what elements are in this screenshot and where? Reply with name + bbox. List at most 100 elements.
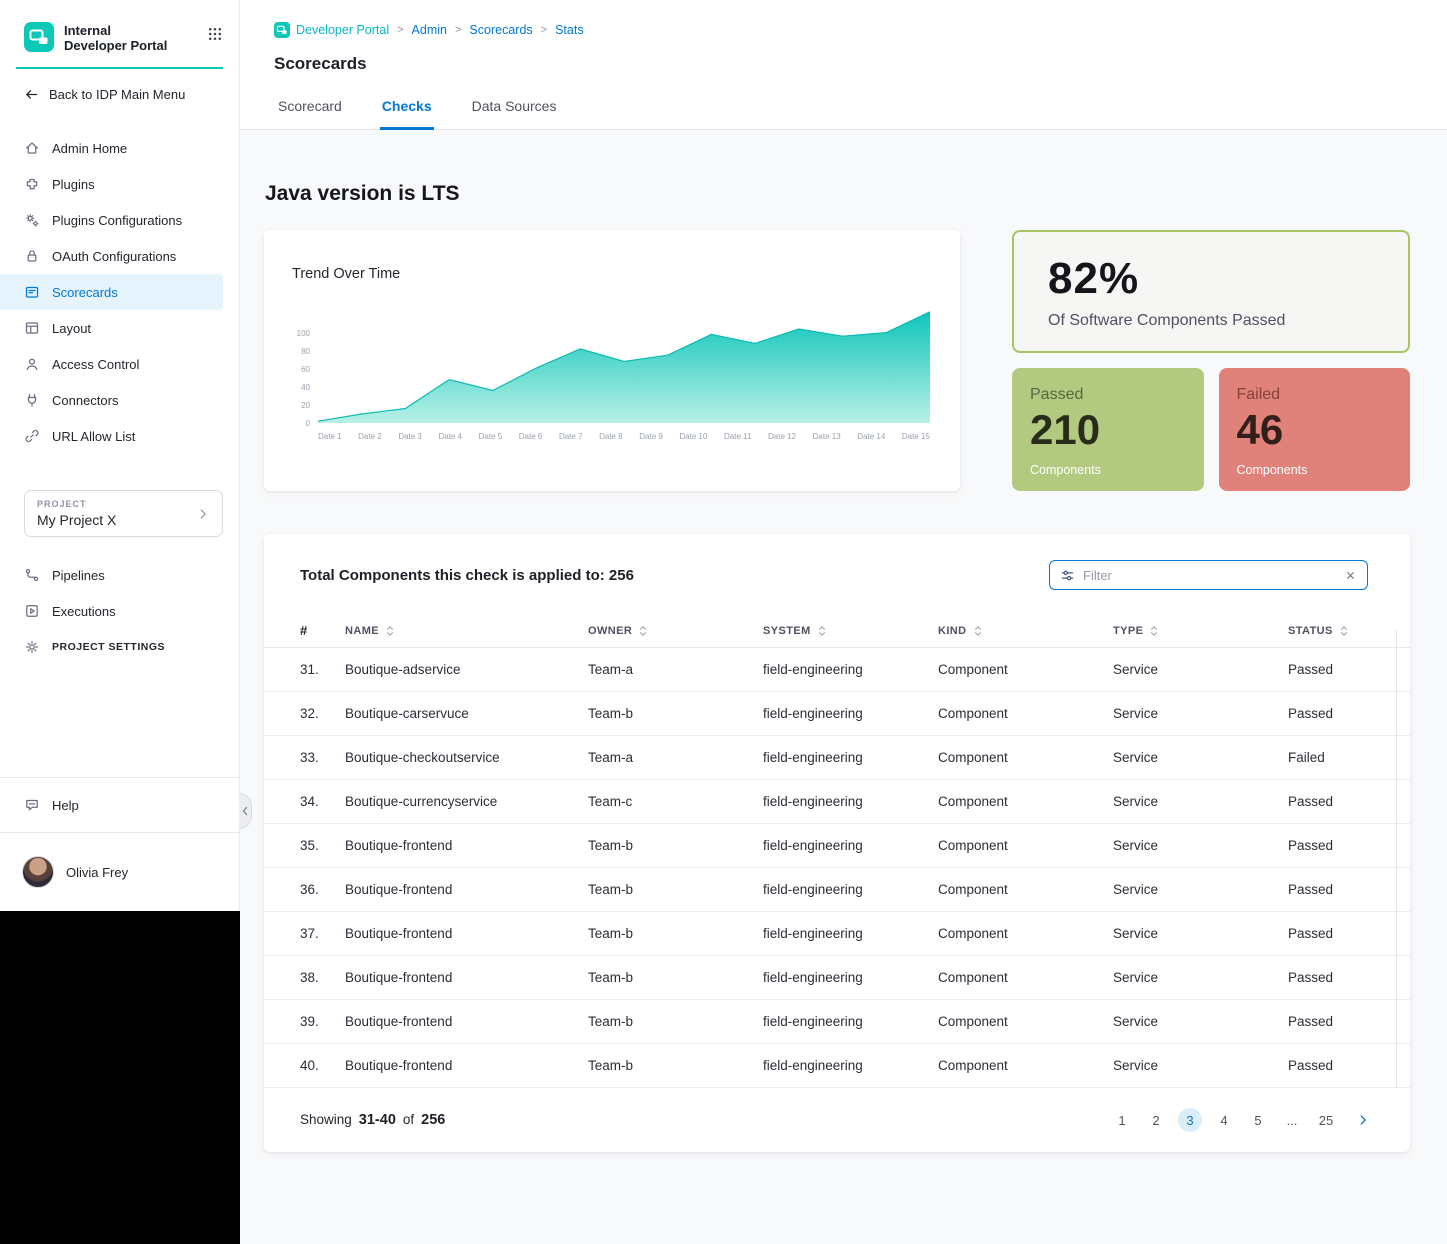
table-row[interactable]: 38. Boutique-frontend Team-b field-engin… bbox=[264, 956, 1410, 1000]
y-axis-tick-label: 100 bbox=[297, 329, 310, 338]
table-title: Total Components this check is applied t… bbox=[300, 567, 634, 584]
table-row[interactable]: 35. Boutique-frontend Team-b field-engin… bbox=[264, 824, 1410, 868]
column-header-name[interactable]: NAME bbox=[345, 625, 588, 637]
filter-input[interactable] bbox=[1083, 568, 1336, 583]
chart-y-axis: 020406080100 bbox=[292, 310, 318, 423]
back-to-main-menu-button[interactable]: Back to IDP Main Menu bbox=[0, 69, 239, 106]
tab-scorecard[interactable]: Scorecard bbox=[276, 98, 344, 130]
trend-over-time-card: Trend Over Time 020406080100 bbox=[264, 230, 960, 491]
project-selector[interactable]: PROJECT My Project X bbox=[24, 490, 223, 537]
sidebar-item-access-control[interactable]: Access Control bbox=[0, 346, 223, 382]
sidebar-item-project-settings[interactable]: PROJECT SETTINGS bbox=[0, 629, 223, 665]
check-title: Java version is LTS bbox=[265, 182, 1410, 206]
breadcrumb-separator: > bbox=[455, 24, 461, 36]
table-row[interactable]: 33. Boutique-checkoutservice Team-a fiel… bbox=[264, 736, 1410, 780]
page-button-2[interactable]: 2 bbox=[1144, 1108, 1168, 1132]
column-header-owner[interactable]: OWNER bbox=[588, 625, 763, 637]
scorecard-icon bbox=[24, 284, 40, 300]
x-axis-tick-label: Date 4 bbox=[438, 432, 462, 441]
sort-icon bbox=[817, 625, 827, 637]
table-footer: Showing 31-40 of 256 1 2 3 4 5 ... 25 bbox=[264, 1088, 1410, 1152]
sidebar-item-plugins[interactable]: Plugins bbox=[0, 166, 223, 202]
x-axis-tick-label: Date 3 bbox=[398, 432, 422, 441]
column-header-system[interactable]: SYSTEM bbox=[763, 625, 938, 637]
sidebar-item-admin-home[interactable]: Admin Home bbox=[0, 130, 223, 166]
main-area: Developer Portal > Admin > Scorecards > … bbox=[240, 0, 1447, 1244]
breadcrumb: Developer Portal > Admin > Scorecards > … bbox=[274, 22, 1447, 38]
sidebar-item-pipelines[interactable]: Pipelines bbox=[0, 557, 223, 593]
failed-count: 46 bbox=[1237, 406, 1411, 454]
breadcrumb-scorecards[interactable]: Scorecards bbox=[469, 23, 532, 37]
project-name: My Project X bbox=[37, 512, 116, 528]
breadcrumb-separator: > bbox=[541, 24, 547, 36]
column-header-kind[interactable]: KIND bbox=[938, 625, 1113, 637]
status-value: Passed bbox=[1288, 970, 1382, 985]
trend-card-title: Trend Over Time bbox=[292, 266, 930, 282]
plugin-icon bbox=[24, 176, 40, 192]
back-arrow-icon bbox=[24, 87, 39, 102]
column-header-type[interactable]: TYPE bbox=[1113, 625, 1288, 637]
table-row[interactable]: 40. Boutique-frontend Team-b field-engin… bbox=[264, 1044, 1410, 1088]
page-button-5[interactable]: 5 bbox=[1246, 1108, 1270, 1132]
x-axis-tick-label: Date 11 bbox=[724, 432, 751, 441]
column-header-index: # bbox=[300, 623, 345, 638]
sidebar-item-plugins-configurations[interactable]: Plugins Configurations bbox=[0, 202, 223, 238]
sort-icon bbox=[385, 625, 395, 637]
table-row[interactable]: 32. Boutique-carservuce Team-b field-eng… bbox=[264, 692, 1410, 736]
tab-checks[interactable]: Checks bbox=[380, 98, 434, 130]
pass-percentage-value: 82% bbox=[1048, 254, 1408, 304]
x-axis-tick-label: Date 1 bbox=[318, 432, 342, 441]
column-header-status[interactable]: STATUS bbox=[1288, 625, 1382, 637]
sidebar-header: Internal Developer Portal bbox=[0, 0, 239, 53]
x-axis-tick-label: Date 13 bbox=[813, 432, 841, 441]
sidebar-item-layout[interactable]: Layout bbox=[0, 310, 223, 346]
passed-caption: Components bbox=[1030, 463, 1204, 477]
help-button[interactable]: Help bbox=[0, 778, 239, 832]
passed-count: 210 bbox=[1030, 406, 1204, 454]
page-button-4[interactable]: 4 bbox=[1212, 1108, 1236, 1132]
breadcrumb-developer-portal[interactable]: Developer Portal bbox=[274, 22, 389, 38]
page-header: Developer Portal > Admin > Scorecards > … bbox=[240, 0, 1447, 130]
page-button-1[interactable]: 1 bbox=[1110, 1108, 1134, 1132]
components-table: # NAME OWNER SYSTEM KIND TYPE STATUS 31.… bbox=[264, 614, 1410, 1088]
page-ellipsis: ... bbox=[1280, 1108, 1304, 1132]
sidebar-item-url-allow-list[interactable]: URL Allow List bbox=[0, 418, 223, 454]
sidebar-item-scorecards[interactable]: Scorecards bbox=[0, 274, 223, 310]
tab-bar: Scorecard Checks Data Sources bbox=[240, 98, 1447, 130]
layout-icon bbox=[24, 320, 40, 336]
apps-grid-icon[interactable] bbox=[207, 26, 223, 42]
components-table-card: Total Components this check is applied t… bbox=[264, 534, 1410, 1152]
sidebar-item-oauth-configurations[interactable]: OAuth Configurations bbox=[0, 238, 223, 274]
tab-data-sources[interactable]: Data Sources bbox=[470, 98, 559, 130]
table-row[interactable]: 36. Boutique-frontend Team-b field-engin… bbox=[264, 868, 1410, 912]
page-title: Scorecards bbox=[274, 54, 1447, 74]
table-row[interactable]: 31. Boutique-adservice Team-a field-engi… bbox=[264, 648, 1410, 692]
sidebar-item-executions[interactable]: Executions bbox=[0, 593, 223, 629]
table-row[interactable]: 39. Boutique-frontend Team-b field-engin… bbox=[264, 1000, 1410, 1044]
app-title-line1: Internal bbox=[64, 23, 167, 38]
y-axis-tick-label: 40 bbox=[301, 383, 310, 392]
sidebar-item-connectors[interactable]: Connectors bbox=[0, 382, 223, 418]
breadcrumb-admin[interactable]: Admin bbox=[412, 23, 447, 37]
help-chat-icon bbox=[24, 797, 40, 813]
table-scroll-divider bbox=[1396, 630, 1397, 1088]
table-row[interactable]: 34. Boutique-currencyservice Team-c fiel… bbox=[264, 780, 1410, 824]
table-row[interactable]: 37. Boutique-frontend Team-b field-engin… bbox=[264, 912, 1410, 956]
x-axis-tick-label: Date 9 bbox=[639, 432, 663, 441]
filter-sliders-icon[interactable] bbox=[1060, 568, 1075, 583]
filter-input-wrapper bbox=[1049, 560, 1368, 590]
status-value: Passed bbox=[1288, 882, 1382, 897]
clear-filter-icon[interactable] bbox=[1344, 569, 1357, 582]
page-button-3[interactable]: 3 bbox=[1178, 1108, 1202, 1132]
app-title: Internal Developer Portal bbox=[64, 22, 167, 53]
y-axis-tick-label: 0 bbox=[306, 419, 310, 428]
x-axis-tick-label: Date 8 bbox=[599, 432, 623, 441]
page-button-25[interactable]: 25 bbox=[1314, 1108, 1338, 1132]
pagination: 1 2 3 4 5 ... 25 bbox=[1110, 1108, 1370, 1132]
next-page-icon[interactable] bbox=[1356, 1113, 1370, 1127]
gears-icon bbox=[24, 212, 40, 228]
passed-card: Passed 210 Components bbox=[1012, 368, 1204, 491]
status-value: Failed bbox=[1288, 750, 1382, 765]
failed-card: Failed 46 Components bbox=[1219, 368, 1411, 491]
user-profile[interactable]: Olivia Frey bbox=[0, 833, 239, 911]
